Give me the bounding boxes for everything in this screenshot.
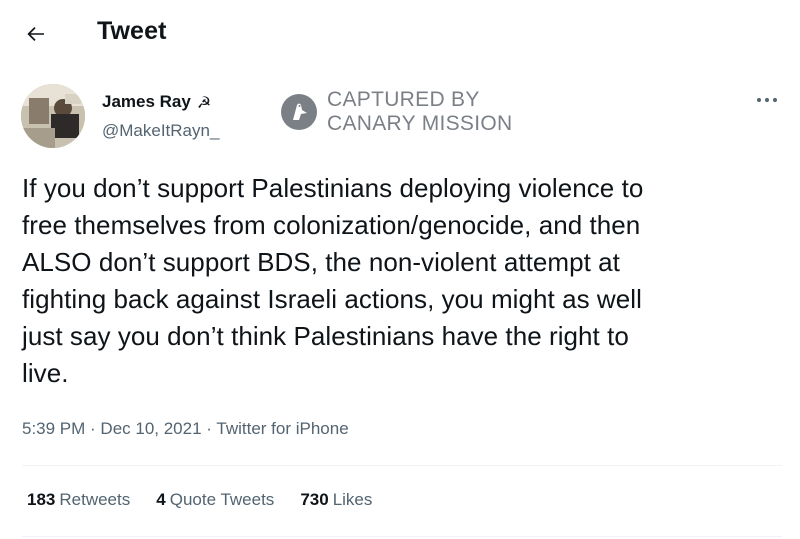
retweets-count: 183 xyxy=(27,490,56,509)
tweet-text: If you don’t support Palestinians deploy… xyxy=(22,173,644,388)
avatar[interactable] xyxy=(21,84,85,148)
author-handle[interactable]: @MakeItRayn_ xyxy=(102,121,219,141)
header-bar: Tweet xyxy=(0,0,800,68)
watermark: CAPTURED BY CANARY MISSION xyxy=(280,88,512,136)
retweets-stat[interactable]: 183 Retweets xyxy=(27,490,130,510)
canary-logo-icon xyxy=(281,94,317,130)
tweet-source-link[interactable]: Twitter for iPhone xyxy=(216,419,348,438)
divider xyxy=(22,465,782,466)
meta-separator: · xyxy=(85,419,101,438)
likes-count: 730 xyxy=(300,490,329,509)
avatar-image xyxy=(21,84,85,148)
tweet-meta: 5:39 PM · Dec 10, 2021 · Twitter for iPh… xyxy=(22,419,349,439)
quote-tweets-stat[interactable]: 4 Quote Tweets xyxy=(156,490,274,510)
author-display-name[interactable]: James Ray xyxy=(102,92,191,112)
hammer-sickle-emoji: ☭ xyxy=(196,92,212,112)
watermark-line-2: CANARY MISSION xyxy=(327,112,513,135)
arrow-left-icon xyxy=(27,27,44,41)
more-horizontal-icon xyxy=(757,98,777,102)
page-title: Tweet xyxy=(97,17,167,45)
watermark-text: CAPTURED BY CANARY MISSION xyxy=(327,88,512,136)
quote-tweets-label: Quote Tweets xyxy=(169,490,275,509)
author-name-row[interactable]: James Ray ☭ xyxy=(102,92,211,112)
tweet-time-link[interactable]: 5:39 PM xyxy=(22,419,85,438)
watermark-line-1: CAPTURED BY xyxy=(327,88,480,111)
quote-tweets-count: 4 xyxy=(156,490,166,509)
more-options-button[interactable] xyxy=(752,90,782,110)
divider xyxy=(22,536,782,537)
meta-separator: · xyxy=(201,419,217,438)
likes-stat[interactable]: 730 Likes xyxy=(300,490,372,510)
back-button[interactable] xyxy=(18,18,54,50)
likes-label: Likes xyxy=(332,490,373,509)
retweets-label: Retweets xyxy=(59,490,131,509)
tweet-stats: 183 Retweets 4 Quote Tweets 730 Likes xyxy=(27,490,372,510)
tweet-date-link[interactable]: Dec 10, 2021 xyxy=(100,419,201,438)
